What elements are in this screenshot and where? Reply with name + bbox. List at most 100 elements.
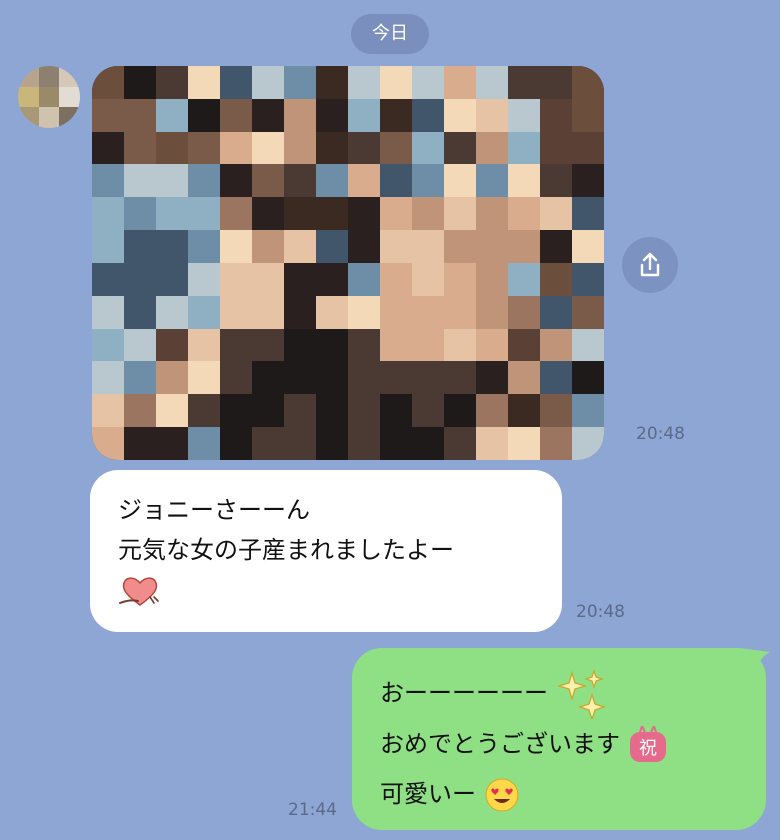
photo-mosaic-cell (188, 164, 220, 198)
photo-mosaic-cell (92, 295, 124, 329)
photo-mosaic-cell (476, 394, 508, 428)
photo-mosaic-cell (92, 98, 124, 132)
shared-photo-pixelated[interactable] (92, 66, 604, 460)
photo-mosaic-cell (540, 164, 572, 198)
photo-mosaic-cell (124, 295, 156, 329)
photo-mosaic-cell (444, 197, 476, 231)
heart-emoji-icon (119, 577, 159, 606)
photo-mosaic-cell (380, 197, 412, 231)
outgoing-message-bubble[interactable]: おーーーーーー おめでとうございます 祝 可愛いー (352, 648, 766, 830)
photo-mosaic-cell (252, 394, 284, 428)
photo-mosaic-cell (188, 197, 220, 231)
photo-mosaic-cell (92, 427, 124, 460)
photo-mosaic-cell (444, 427, 476, 460)
photo-mosaic-cell (476, 262, 508, 296)
photo-mosaic-cell (572, 98, 604, 132)
photo-mosaic-cell (220, 394, 252, 428)
photo-mosaic-cell (284, 66, 316, 99)
photo-mosaic-cell (284, 328, 316, 362)
photo-mosaic-cell (380, 295, 412, 329)
sender-avatar[interactable] (18, 66, 80, 128)
photo-mosaic-cell (156, 197, 188, 231)
photo-mosaic-cell (380, 230, 412, 263)
outgoing-text-line-3: 可愛いー (380, 780, 476, 808)
photo-mosaic-cell (572, 361, 604, 395)
date-divider: 今日 (351, 14, 429, 54)
photo-mosaic-cell (508, 197, 540, 231)
photo-mosaic-cell (188, 131, 220, 165)
photo-mosaic-cell (476, 197, 508, 231)
photo-mosaic-cell (252, 262, 284, 296)
photo-mosaic-cell (540, 361, 572, 395)
photo-mosaic-cell (316, 295, 348, 329)
photo-mosaic-cell (220, 98, 252, 132)
photo-mosaic-cell (380, 98, 412, 132)
photo-mosaic-cell (380, 131, 412, 165)
photo-mosaic-cell (540, 131, 572, 165)
photo-mosaic-cell (124, 98, 156, 132)
photo-mosaic-cell (252, 66, 284, 99)
photo-mosaic-cell (156, 328, 188, 362)
photo-mosaic-cell (444, 328, 476, 362)
photo-mosaic-cell (508, 328, 540, 362)
photo-mosaic-cell (412, 262, 444, 296)
photo-mosaic-cell (508, 131, 540, 165)
photo-mosaic-cell (540, 98, 572, 132)
photo-mosaic-cell (380, 361, 412, 395)
photo-mosaic-cell (92, 131, 124, 165)
photo-mosaic-cell (124, 197, 156, 231)
photo-mosaic-cell (188, 361, 220, 395)
photo-mosaic-cell (156, 66, 188, 99)
photo-mosaic-cell (252, 98, 284, 132)
avatar-mosaic-cell (59, 66, 80, 87)
photo-mosaic-cell (316, 361, 348, 395)
photo-mosaic-cell (284, 230, 316, 263)
photo-mosaic-cell (348, 164, 380, 198)
photo-mosaic-cell (540, 262, 572, 296)
photo-mosaic-cell (188, 98, 220, 132)
avatar-mosaic-cell (59, 107, 80, 128)
photo-mosaic-cell (316, 262, 348, 296)
photo-mosaic-cell (316, 394, 348, 428)
photo-mosaic-cell (156, 98, 188, 132)
photo-mosaic-cell (444, 394, 476, 428)
photo-mosaic-cell (252, 427, 284, 460)
heart-eyes-emoji-icon (485, 778, 519, 812)
photo-mosaic-cell (284, 295, 316, 329)
photo-mosaic-cell (412, 197, 444, 231)
photo-mosaic-cell (220, 164, 252, 198)
photo-mosaic-cell (252, 230, 284, 263)
photo-mosaic-cell (572, 427, 604, 460)
photo-mosaic-cell (316, 230, 348, 263)
photo-mosaic-cell (540, 295, 572, 329)
photo-mosaic-cell (412, 427, 444, 460)
photo-mosaic-cell (92, 164, 124, 198)
photo-mosaic-cell (348, 295, 380, 329)
photo-mosaic-cell (380, 164, 412, 198)
photo-mosaic-cell (348, 427, 380, 460)
incoming-message-bubble[interactable]: ジョニーさーーん 元気な女の子産まれましたよー (90, 470, 562, 632)
photo-mosaic-cell (124, 328, 156, 362)
photo-mosaic-cell (220, 328, 252, 362)
photo-mosaic-cell (348, 197, 380, 231)
photo-mosaic-cell (476, 98, 508, 132)
photo-mosaic-cell (124, 131, 156, 165)
photo-mosaic-cell (92, 361, 124, 395)
photo-mosaic-cell (444, 164, 476, 198)
share-button[interactable] (622, 237, 678, 293)
photo-mosaic-cell (252, 328, 284, 362)
photo-mosaic-cell (124, 66, 156, 99)
avatar-mosaic-cell (18, 86, 39, 108)
avatar-mosaic-cell (18, 107, 39, 128)
photo-mosaic-cell (188, 328, 220, 362)
photo-mosaic-cell (540, 66, 572, 99)
photo-mosaic-cell (348, 98, 380, 132)
photo-mosaic-cell (412, 328, 444, 362)
photo-mosaic-cell (188, 262, 220, 296)
photo-mosaic-cell (412, 394, 444, 428)
photo-mosaic-cell (156, 361, 188, 395)
photo-mosaic-cell (284, 427, 316, 460)
svg-text:祝: 祝 (639, 738, 657, 759)
photo-mosaic-cell (220, 262, 252, 296)
photo-mosaic-cell (412, 230, 444, 263)
